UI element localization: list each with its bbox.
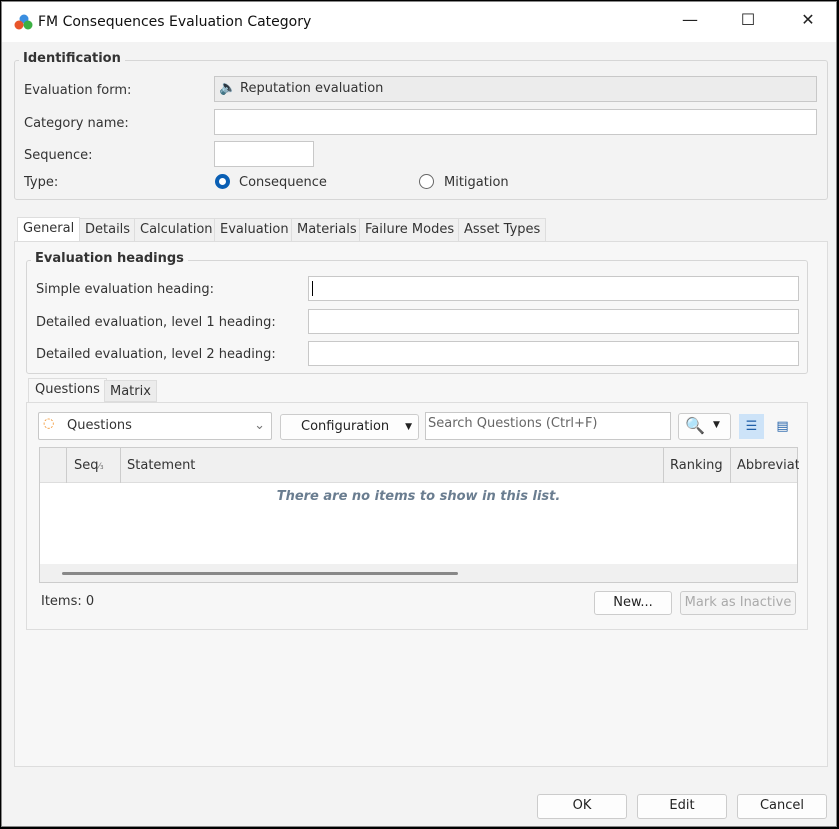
tab-calculation[interactable]: Calculation: [134, 218, 219, 241]
category-name-input[interactable]: [214, 109, 817, 135]
dropdown-arrow-icon: ▼: [713, 420, 720, 430]
column-statement[interactable]: Statement: [127, 458, 195, 473]
subtab-matrix[interactable]: Matrix: [104, 380, 157, 402]
level2-heading-label: Detailed evaluation, level 2 heading:: [36, 347, 276, 362]
view-select-value: Questions: [67, 418, 132, 433]
scrollbar-thumb[interactable]: [62, 572, 458, 575]
window-title: FM Consequences Evaluation Category: [38, 14, 312, 30]
edit-button[interactable]: Edit: [637, 794, 727, 819]
search-input[interactable]: Search Questions (Ctrl+F): [425, 412, 671, 440]
dropdown-arrow-icon: ▼: [405, 422, 412, 432]
consequence-label[interactable]: Consequence: [239, 175, 327, 190]
horizontal-scrollbar[interactable]: [40, 564, 797, 582]
tab-failure-modes[interactable]: Failure Modes: [359, 218, 461, 241]
tab-evaluation[interactable]: Evaluation: [214, 218, 295, 241]
category-name-label: Category name:: [24, 116, 129, 131]
cancel-button[interactable]: Cancel: [737, 794, 827, 819]
close-button[interactable]: ✕: [788, 10, 828, 34]
sequence-input[interactable]: [214, 141, 314, 167]
search-button[interactable]: 🔍 ▼: [678, 413, 731, 440]
sort-indicator: ⁄₃: [98, 462, 104, 472]
empty-message: There are no items to show in this list.: [276, 489, 561, 504]
tab-asset-types[interactable]: Asset Types: [458, 218, 547, 241]
configuration-label: Configuration: [301, 419, 390, 434]
simple-heading-input[interactable]: [308, 276, 799, 301]
search-icon: 🔍: [685, 416, 705, 435]
mitigation-label[interactable]: Mitigation: [444, 175, 509, 190]
minimize-button[interactable]: —: [670, 10, 710, 34]
sequence-label: Sequence:: [24, 148, 93, 163]
column-ranking[interactable]: Ranking: [670, 458, 723, 473]
questions-icon: ◌: [43, 416, 55, 431]
level2-heading-input[interactable]: [308, 341, 799, 366]
column-abbreviation[interactable]: Abbreviat: [737, 458, 799, 473]
list-view-icon[interactable]: ☰: [739, 414, 764, 439]
speaker-icon: 🔈: [219, 80, 237, 96]
items-count: Items: 0: [41, 594, 95, 609]
level1-heading-input[interactable]: [308, 309, 799, 334]
ok-button[interactable]: OK: [537, 794, 627, 819]
view-select[interactable]: ◌ Questions ⌄: [38, 412, 272, 440]
configuration-button[interactable]: Configuration ▼: [280, 414, 419, 440]
level1-heading-label: Detailed evaluation, level 1 heading:: [36, 315, 276, 330]
evaluation-headings-legend: Evaluation headings: [31, 251, 188, 266]
questions-table: Seq⁄₃ Statement Ranking Abbreviat There …: [39, 447, 799, 583]
tab-details[interactable]: Details: [79, 218, 137, 241]
tab-materials[interactable]: Materials: [291, 218, 363, 241]
maximize-button[interactable]: ☐: [728, 10, 768, 34]
evaluation-form-label: Evaluation form:: [24, 83, 132, 98]
identification-legend: Identification: [19, 51, 125, 66]
mitigation-radio[interactable]: [419, 174, 434, 189]
type-label: Type:: [24, 175, 59, 190]
tab-general[interactable]: General: [17, 217, 81, 242]
simple-heading-label: Simple evaluation heading:: [36, 282, 214, 297]
dialog-window: FM Consequences Evaluation Category — ☐ …: [1, 1, 837, 827]
table-header: Seq⁄₃ Statement Ranking Abbreviat: [40, 448, 799, 483]
evaluation-form-value: Reputation evaluation: [240, 81, 384, 96]
column-seq[interactable]: Seq⁄₃: [74, 458, 104, 473]
new-button[interactable]: New...: [594, 591, 672, 615]
subtab-questions[interactable]: Questions: [28, 378, 107, 403]
title-bar: FM Consequences Evaluation Category — ☐ …: [2, 2, 836, 42]
app-icon: [14, 14, 33, 30]
mark-inactive-button[interactable]: Mark as Inactive: [680, 591, 796, 615]
evaluation-form-field: 🔈 Reputation evaluation: [214, 76, 817, 102]
consequence-radio[interactable]: [215, 174, 230, 189]
detail-view-icon[interactable]: ▤: [770, 414, 795, 439]
chevron-down-icon: ⌄: [254, 418, 265, 433]
